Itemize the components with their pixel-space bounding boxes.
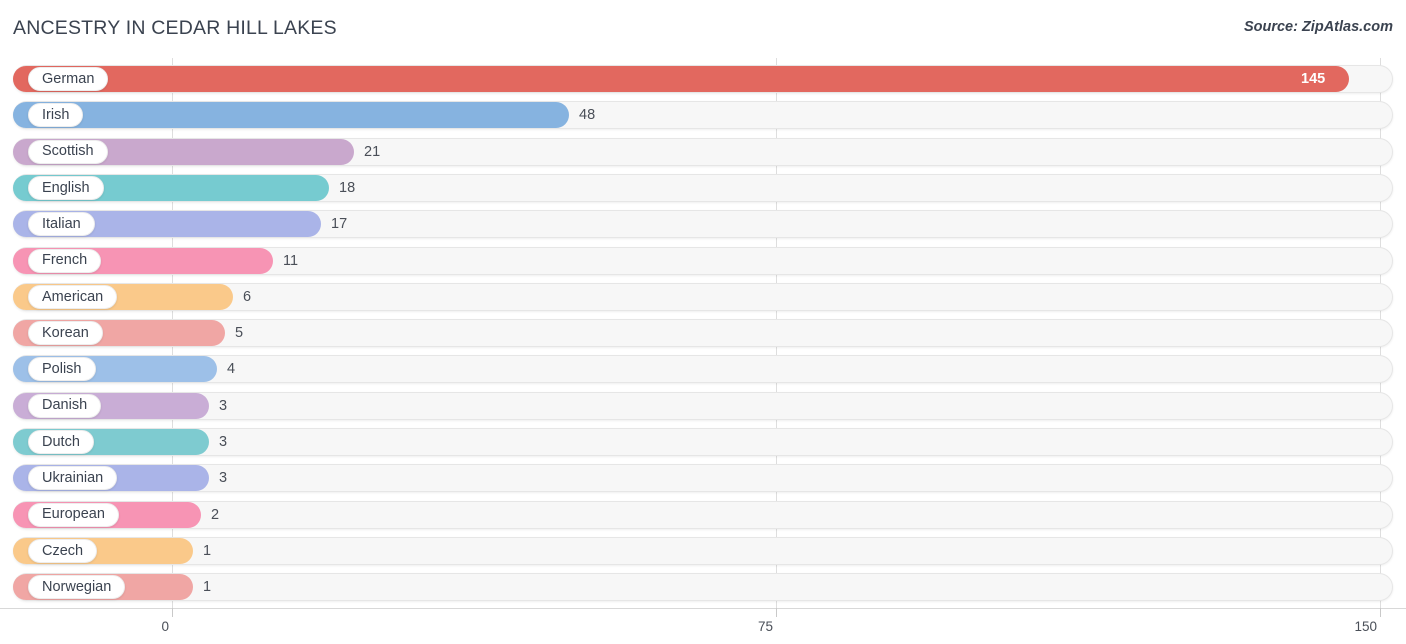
bar[interactable] <box>13 66 1349 92</box>
bar-value-label: 145 <box>1301 71 1326 87</box>
bar-value-label: 4 <box>227 361 236 378</box>
chart-plot-area: German 145 Irish 48 Scottish 21 English 18 Itali… <box>0 58 1406 608</box>
chart-row: German 145 <box>0 64 1406 94</box>
chart-row: Scottish 21 <box>0 137 1406 167</box>
chart-row: French 11 <box>0 246 1406 276</box>
bar-label: Norwegian <box>42 578 112 595</box>
chart-row: Italian 17 <box>0 209 1406 239</box>
bar-value-label: 1 <box>203 542 212 559</box>
bar-track <box>13 500 1393 529</box>
bar-value-label: 5 <box>235 325 244 342</box>
chart-bar-rows: German 145 Irish 48 Scottish 21 English 18 Itali… <box>0 58 1406 608</box>
chart-row: Korean 5 <box>0 318 1406 348</box>
bar-label-pill[interactable]: English <box>28 175 104 200</box>
bar-label: Danish <box>42 397 88 414</box>
bar-label: Ukrainian <box>42 470 104 487</box>
bar-value-label: 6 <box>243 288 252 305</box>
bar-label: European <box>42 506 105 523</box>
bar-value-label: 21 <box>364 143 381 160</box>
x-axis: 0 75 150 <box>0 608 1406 644</box>
bar-label-pill[interactable]: Scottish <box>28 139 108 164</box>
bar-label-pill[interactable]: French <box>28 248 102 273</box>
bar-value-label: 11 <box>283 252 299 269</box>
bar-value-label: 2 <box>211 506 220 523</box>
bar-label: Czech <box>42 542 84 559</box>
bar-label-pill[interactable]: European <box>28 502 119 527</box>
bar-track <box>13 573 1393 602</box>
x-axis-tick-label: 75 <box>757 619 773 634</box>
chart-row: Danish 3 <box>0 391 1406 421</box>
bar-value-label: 3 <box>219 397 228 414</box>
chart-row: Dutch 3 <box>0 427 1406 457</box>
x-axis-line <box>0 608 1406 609</box>
bar-label: English <box>42 179 90 196</box>
bar-label-pill[interactable]: Czech <box>28 538 98 563</box>
chart-row: American 6 <box>0 282 1406 312</box>
x-axis-tick <box>776 608 777 617</box>
x-axis-tick <box>172 608 173 617</box>
bar-label-pill[interactable]: Korean <box>28 321 103 346</box>
bar-track <box>13 536 1393 565</box>
x-axis-tick-label: 0 <box>161 619 169 634</box>
chart-row: English 18 <box>0 173 1406 203</box>
bar-label-pill[interactable]: Danish <box>28 393 102 418</box>
bar-label: Italian <box>42 215 81 232</box>
page-title: ANCESTRY IN CEDAR HILL LAKES <box>13 17 337 39</box>
bar-track <box>13 355 1393 384</box>
bar-value-label: 1 <box>203 579 212 596</box>
bar-label: Polish <box>42 361 82 378</box>
bar-label-pill[interactable]: Ukrainian <box>28 466 118 491</box>
bar-label-pill[interactable]: Irish <box>28 103 84 128</box>
bar[interactable] <box>13 102 569 129</box>
bar-value-label: 3 <box>219 434 228 450</box>
bar-label: Irish <box>42 107 70 124</box>
bar-label: Scottish <box>42 143 94 160</box>
bar-value-label: 17 <box>331 216 348 233</box>
bar-label: Dutch <box>42 433 80 450</box>
chart-row: Ukrainian 3 <box>0 463 1406 493</box>
chart-header: ANCESTRY IN CEDAR HILL LAKES Source: Zip… <box>0 0 1406 58</box>
chart-row: European 2 <box>0 500 1406 530</box>
bar-value-label: 18 <box>339 179 356 196</box>
source-attribution: Source: ZipAtlas.com <box>1243 19 1393 35</box>
chart-row: Norwegian 1 <box>0 572 1406 602</box>
bar-label-pill[interactable]: Dutch <box>28 430 94 454</box>
bar-label: German <box>42 70 95 87</box>
bar-value-label: 3 <box>219 470 228 487</box>
bar-label: American <box>42 288 104 305</box>
chart-row: Irish 48 <box>0 100 1406 130</box>
bar-label-pill[interactable]: American <box>28 284 118 309</box>
bar-label-pill[interactable]: Norwegian <box>28 575 126 600</box>
x-axis-tick <box>1380 608 1381 617</box>
bar-value-label: 48 <box>579 107 596 124</box>
chart-row: Polish 4 <box>0 354 1406 384</box>
bar-label: Korean <box>42 324 89 341</box>
bar-label: French <box>42 252 88 269</box>
bar-label-pill[interactable]: Polish <box>28 357 96 382</box>
bar-label-pill[interactable]: German <box>28 67 109 91</box>
chart-row: Czech 1 <box>0 536 1406 566</box>
x-axis-tick-label: 150 <box>1354 619 1377 634</box>
bar-label-pill[interactable]: Italian <box>28 212 95 237</box>
